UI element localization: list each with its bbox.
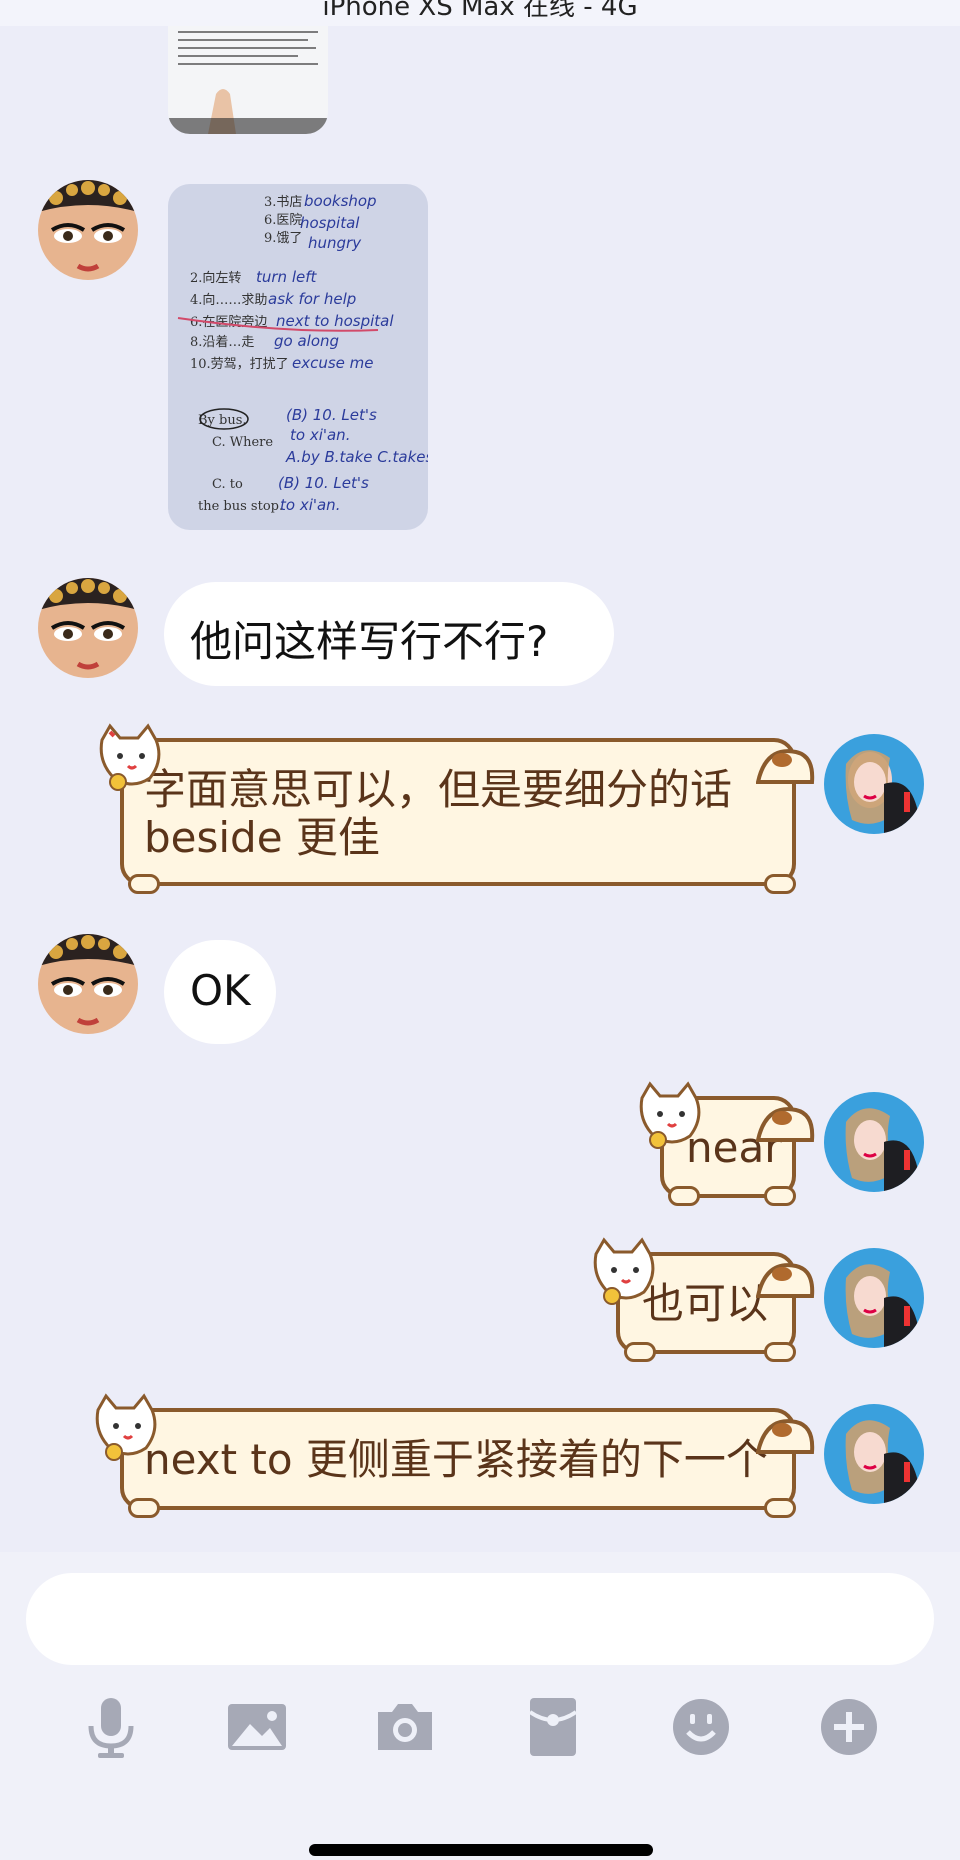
cat-ear-icon	[756, 1107, 815, 1142]
cat-ear-icon	[756, 1263, 815, 1298]
svg-text:(B) 10. Let's: (B) 10. Let's	[278, 474, 369, 492]
svg-text:C. to: C. to	[212, 477, 243, 492]
message-bubble-cat[interactable]: next to 更侧重于紧接着的下一个	[120, 1408, 796, 1510]
my-avatar[interactable]	[824, 1404, 924, 1504]
red-packet-icon[interactable]	[518, 1692, 588, 1762]
svg-text:the bus stop.: the bus stop.	[198, 499, 283, 514]
svg-text:4.向……求助: 4.向……求助	[190, 292, 267, 308]
camera-icon[interactable]	[370, 1692, 440, 1762]
svg-text:bookshop: bookshop	[304, 192, 377, 210]
svg-text:excuse me: excuse me	[292, 354, 374, 372]
svg-text:hospital: hospital	[300, 214, 360, 232]
lucky-cat-icon	[593, 1237, 655, 1305]
svg-text:2.向左转: 2.向左转	[190, 270, 241, 286]
svg-text:to xi'an.: to xi'an.	[290, 426, 350, 444]
plus-icon[interactable]	[814, 1692, 884, 1762]
home-indicator[interactable]	[309, 1844, 653, 1856]
contact-avatar[interactable]	[38, 180, 138, 280]
lucky-cat-icon	[95, 1393, 157, 1461]
svg-text:10.劳驾，打扰了: 10.劳驾，打扰了	[190, 356, 289, 372]
svg-text:A.by B.take C.takes: A.by B.take C.takes	[285, 448, 428, 466]
message-text: 字面意思可以，但是要细分的话 beside 更佳	[144, 765, 733, 862]
svg-text:ask for help: ask for help	[268, 290, 356, 308]
message-image-1[interactable]	[168, 26, 328, 134]
contact-avatar[interactable]	[38, 578, 138, 678]
emoji-icon[interactable]	[666, 1692, 736, 1762]
image-icon[interactable]	[222, 1692, 292, 1762]
lucky-cat-icon	[639, 1081, 701, 1149]
message-text: OK	[190, 966, 251, 1015]
message-text: next to 更侧重于紧接着的下一个	[144, 1435, 768, 1484]
message-text: 他问这样写行不行?	[190, 617, 549, 666]
svg-text:to xi'an.: to xi'an.	[280, 496, 340, 514]
cat-paw-icon	[128, 1498, 160, 1518]
cat-paw-icon	[128, 874, 160, 894]
svg-text:next to hospital: next to hospital	[276, 312, 394, 330]
my-avatar[interactable]	[824, 1092, 924, 1192]
cat-paw-icon	[668, 1186, 700, 1206]
cat-paw-icon	[624, 1342, 656, 1362]
contact-avatar[interactable]	[38, 934, 138, 1034]
message-bubble[interactable]: 他问这样写行不行?	[164, 582, 614, 686]
message-bubble-cat[interactable]: 字面意思可以，但是要细分的话 beside 更佳	[120, 738, 796, 886]
cat-paw-icon	[764, 1498, 796, 1518]
svg-text:9.饿了: 9.饿了	[264, 231, 302, 246]
cat-paw-icon	[764, 1342, 796, 1362]
cat-paw-icon	[764, 1186, 796, 1206]
svg-text:C. Where: C. Where	[212, 435, 273, 450]
svg-text:hungry: hungry	[308, 234, 362, 252]
lucky-cat-icon	[99, 723, 161, 791]
microphone-icon[interactable]	[76, 1692, 146, 1762]
svg-text:3.书店: 3.书店	[264, 195, 302, 210]
svg-text:turn left: turn left	[256, 268, 318, 286]
svg-text:go along: go along	[274, 332, 339, 350]
cat-ear-icon	[756, 749, 815, 784]
svg-text:8.沿着…走: 8.沿着…走	[190, 334, 254, 350]
status-title: iPhone XS Max 在线 - 4G	[322, 0, 638, 22]
status-bar: iPhone XS Max 在线 - 4G	[0, 0, 960, 26]
cat-paw-icon	[764, 874, 796, 894]
svg-text:6.医院: 6.医院	[264, 213, 302, 228]
cat-ear-icon	[756, 1419, 815, 1454]
my-avatar[interactable]	[824, 734, 924, 834]
message-image-2[interactable]: 3.书店 6.医院 9.饿了 2.向左转 4.向……求助 6.在医院旁边 8.沿着…走 …	[168, 184, 428, 530]
message-bubble[interactable]: OK	[164, 940, 276, 1044]
message-input[interactable]	[26, 1573, 934, 1665]
svg-text:(B) 10. Let's: (B) 10. Let's	[286, 406, 377, 424]
my-avatar[interactable]	[824, 1248, 924, 1348]
